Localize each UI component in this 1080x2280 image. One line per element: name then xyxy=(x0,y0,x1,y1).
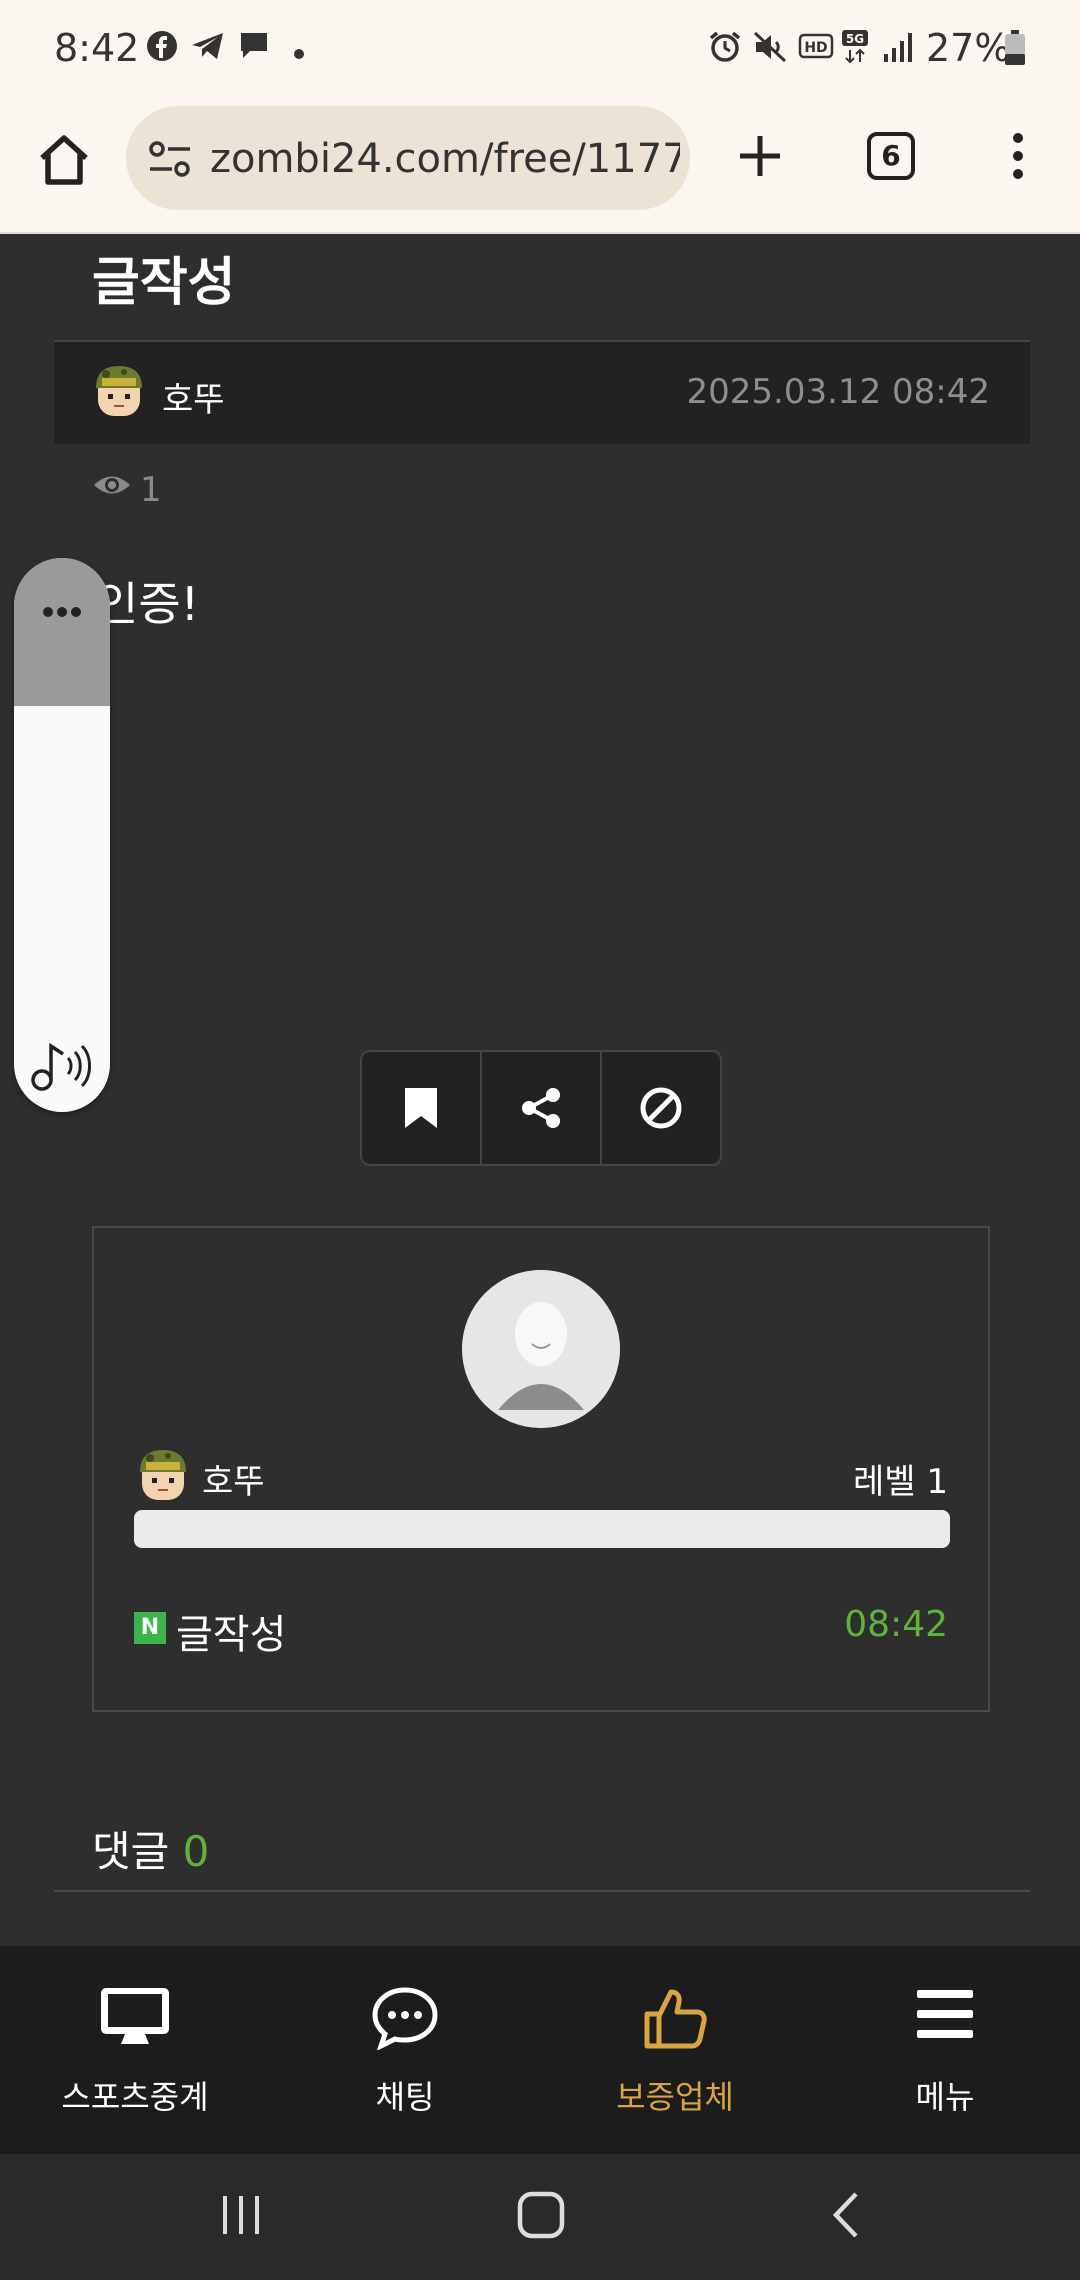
floating-media-widget[interactable] xyxy=(14,558,110,1112)
post-action-group xyxy=(360,1050,722,1166)
home-square-icon xyxy=(517,2191,565,2239)
comments-label: 댓글 xyxy=(92,1827,170,1876)
back-chevron-icon xyxy=(832,2192,858,2238)
share-icon xyxy=(522,1088,560,1128)
system-navigation-bar xyxy=(0,2154,1080,2280)
share-button[interactable] xyxy=(482,1052,602,1164)
tab-switcher-button[interactable]: 6 xyxy=(867,132,915,180)
nav-label: 보증업체 xyxy=(616,2078,734,2116)
eye-icon xyxy=(92,476,132,504)
home-button[interactable] xyxy=(34,130,94,190)
thumbs-up-icon xyxy=(644,1989,707,2049)
level-avatar-icon xyxy=(90,362,148,420)
home-icon xyxy=(40,135,88,185)
home-system-button[interactable] xyxy=(516,2190,566,2244)
author-profile-card: 호뚜 레벨 1 N 글작성 08:42 xyxy=(92,1226,990,1712)
more-options-button[interactable] xyxy=(1000,126,1036,186)
post-date: 2025.03.12 08:42 xyxy=(686,372,990,412)
svg-text:HD: HD xyxy=(804,40,827,56)
recent-apps-button[interactable] xyxy=(216,2190,266,2244)
new-tab-button[interactable] xyxy=(730,126,790,186)
sound-assistant-icon[interactable] xyxy=(30,1038,94,1098)
level-progress-bar xyxy=(134,1510,950,1548)
block-button[interactable] xyxy=(602,1052,720,1164)
monitor-icon xyxy=(101,1988,169,2044)
nav-menu[interactable]: 메뉴 xyxy=(810,1946,1080,2154)
telegram-icon xyxy=(190,30,226,66)
author-bar: 호뚜 2025.03.12 08:42 xyxy=(54,340,1030,444)
view-count-row: 1 xyxy=(92,470,162,510)
bookmark-icon xyxy=(405,1088,437,1128)
svg-text:5G: 5G xyxy=(846,32,864,46)
profile-level: 레벨 1 xyxy=(853,1462,948,1502)
profile-avatar[interactable] xyxy=(462,1270,620,1428)
facebook-icon xyxy=(146,30,178,66)
chat-icon xyxy=(238,30,270,66)
nav-guaranteed-sites[interactable]: 보증업체 xyxy=(540,1946,810,2154)
status-bar: 8:42 HD 5G 27% xyxy=(0,0,1080,100)
post-title: 글작성 xyxy=(92,253,236,313)
hamburger-menu-icon xyxy=(917,1990,973,2038)
status-time: 8:42 xyxy=(54,26,140,70)
url-bar[interactable]: zombi24.com/free/1177 xyxy=(126,106,690,210)
nav-chat[interactable]: 채팅 xyxy=(270,1946,540,2154)
dot-icon xyxy=(294,44,304,63)
naver-n-icon: N xyxy=(134,1612,166,1644)
signal-icon xyxy=(882,30,916,68)
comments-header: 댓글 0 xyxy=(92,1818,209,1879)
more-horiz-icon xyxy=(43,607,81,617)
recent-apps-icon xyxy=(223,2196,259,2234)
divider xyxy=(54,1890,1030,1892)
nav-label: 채팅 xyxy=(375,2078,435,2116)
site-settings-icon[interactable] xyxy=(148,140,192,182)
battery-icon xyxy=(1004,30,1026,70)
mute-icon xyxy=(752,30,788,68)
plus-icon xyxy=(740,136,780,176)
back-button[interactable] xyxy=(822,2190,872,2244)
default-user-icon xyxy=(462,1270,620,1428)
widget-handle[interactable] xyxy=(14,558,110,706)
chat-bubble-icon xyxy=(372,1987,438,2050)
author-name[interactable]: 호뚜 xyxy=(162,372,225,421)
recent-post-title[interactable]: 글작성 xyxy=(176,1602,286,1660)
nav-label: 스포츠중계 xyxy=(61,2078,209,2116)
view-count: 1 xyxy=(140,470,162,510)
more-vert-icon xyxy=(1013,133,1023,179)
bottom-navigation: 스포츠중계 채팅 보증업체 메뉴 xyxy=(0,1946,1080,2154)
url-text[interactable]: zombi24.com/free/1177 xyxy=(210,136,680,182)
profile-name[interactable]: 호뚜 xyxy=(202,1454,265,1503)
alarm-icon xyxy=(708,30,742,68)
nav-label: 메뉴 xyxy=(915,2078,975,2116)
browser-toolbar: zombi24.com/free/1177 6 xyxy=(0,100,1080,234)
bookmark-button[interactable] xyxy=(362,1052,482,1164)
recent-post-time: 08:42 xyxy=(844,1604,948,1645)
comments-count: 0 xyxy=(182,1827,210,1876)
battery-percent: 27% xyxy=(926,26,1011,70)
nav-sports-broadcast[interactable]: 스포츠중계 xyxy=(0,1946,270,2154)
block-icon xyxy=(640,1087,682,1129)
post-body: 인증! xyxy=(96,577,200,631)
hd-icon: HD xyxy=(798,30,834,66)
5g-icon: 5G xyxy=(840,28,870,68)
level-avatar-icon xyxy=(134,1446,192,1504)
